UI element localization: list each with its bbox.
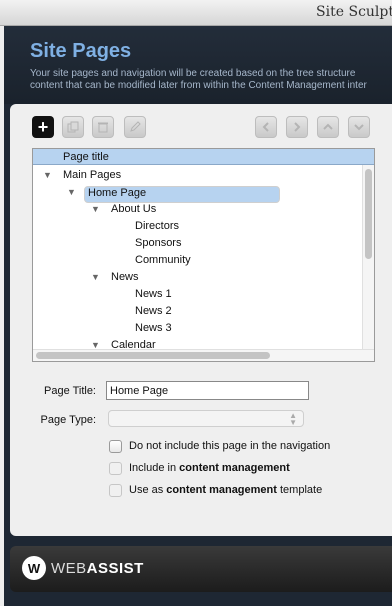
cms-template-label-suffix: template xyxy=(276,484,323,496)
arrow-down-icon xyxy=(354,124,364,131)
edit-page-button[interactable] xyxy=(124,116,146,138)
page-tree[interactable]: Page title ▼ Main Pages ▼ Home Page ▼ Ab… xyxy=(32,148,375,362)
tree-horizontal-scrollbar[interactable] xyxy=(33,349,374,361)
trash-icon xyxy=(98,122,108,133)
exclude-nav-label: Do not include this page in the navigati… xyxy=(129,440,331,452)
include-cms-label: Include in content management xyxy=(129,462,290,474)
tree-row-label: Sponsors xyxy=(135,237,182,249)
tree-row-label: News 3 xyxy=(135,322,172,334)
tree-row-main-pages[interactable]: ▼ Main Pages xyxy=(33,167,363,184)
page-header: Site Pages Your site pages and navigatio… xyxy=(4,26,392,104)
cms-template-label-prefix: Use as xyxy=(129,484,167,496)
move-right-button[interactable] xyxy=(286,116,308,138)
select-stepper-icon: ▲ ▼ xyxy=(289,411,297,427)
tree-row-about-us[interactable]: ▼ About Us xyxy=(33,201,363,218)
tree-row-label: About Us xyxy=(111,203,157,215)
window-titlebar: Site Sculpt xyxy=(0,0,392,26)
tree-row-label: News xyxy=(111,271,139,283)
disclosure-triangle-icon[interactable]: ▼ xyxy=(91,204,100,214)
include-cms-checkbox[interactable] xyxy=(109,462,122,475)
move-down-button[interactable] xyxy=(348,116,370,138)
window-title: Site Sculpt xyxy=(316,4,392,20)
cms-template-checkbox[interactable] xyxy=(109,484,122,497)
tree-row-home-page[interactable]: ▼ Home Page xyxy=(33,184,363,203)
tree-column-header-label: Page title xyxy=(63,151,109,163)
exclude-nav-checkbox[interactable] xyxy=(109,440,122,453)
tree-row-label: Community xyxy=(135,254,191,266)
webassist-wordmark: WEBASSIST xyxy=(51,560,144,577)
wordmark-light: WEB xyxy=(51,560,87,577)
page-title-label: Page Title: xyxy=(44,385,96,397)
disclosure-triangle-icon[interactable]: ▼ xyxy=(91,272,100,282)
tree-column-header[interactable]: Page title xyxy=(33,149,374,165)
page-description: Your site pages and navigation will be c… xyxy=(30,68,367,92)
copy-page-button[interactable] xyxy=(62,116,84,138)
page-type-select[interactable]: ▲ ▼ xyxy=(108,410,304,427)
add-page-button[interactable]: + xyxy=(32,116,54,138)
tree-row-label: News 1 xyxy=(135,288,172,300)
tree-row-community[interactable]: Community xyxy=(33,252,363,269)
wordmark-bold: ASSIST xyxy=(86,560,144,577)
arrow-up-icon xyxy=(323,123,333,130)
cms-template-label: Use as content management template xyxy=(129,484,322,496)
include-cms-label-bold: content management xyxy=(179,462,290,474)
tree-row-news-3[interactable]: News 3 xyxy=(33,320,363,337)
vertical-scroll-thumb[interactable] xyxy=(365,169,372,259)
tree-row-directors[interactable]: Directors xyxy=(33,218,363,235)
tree-row-news[interactable]: ▼ News xyxy=(33,269,363,286)
delete-page-button[interactable] xyxy=(92,116,114,138)
disclosure-triangle-icon[interactable]: ▼ xyxy=(67,187,76,197)
copy-icon xyxy=(67,121,79,133)
page-type-label: Page Type: xyxy=(40,414,96,426)
include-cms-label-prefix: Include in xyxy=(129,462,180,474)
tree-vertical-scrollbar[interactable] xyxy=(362,165,374,349)
tree-row-label: News 2 xyxy=(135,305,172,317)
arrow-right-icon xyxy=(294,122,301,132)
move-up-button[interactable] xyxy=(317,116,339,138)
description-line-1: Your site pages and navigation will be c… xyxy=(30,68,356,79)
description-line-2: content that can be modified later from … xyxy=(30,80,367,91)
move-left-button[interactable] xyxy=(255,116,277,138)
disclosure-triangle-icon[interactable]: ▼ xyxy=(43,170,52,180)
horizontal-scroll-thumb[interactable] xyxy=(36,352,270,359)
webassist-logo-icon: W xyxy=(22,556,46,580)
tree-row-label: Directors xyxy=(135,220,180,232)
edit-icon xyxy=(130,121,141,132)
page-title: Site Pages xyxy=(30,40,132,62)
tree-row-sponsors[interactable]: Sponsors xyxy=(33,235,363,252)
arrow-left-icon xyxy=(262,122,269,132)
page-title-input[interactable] xyxy=(106,381,309,400)
tree-row-news-1[interactable]: News 1 xyxy=(33,286,363,303)
tree-row-label: Main Pages xyxy=(63,169,122,181)
cms-template-label-bold: content management xyxy=(166,484,277,496)
tree-row-news-2[interactable]: News 2 xyxy=(33,303,363,320)
